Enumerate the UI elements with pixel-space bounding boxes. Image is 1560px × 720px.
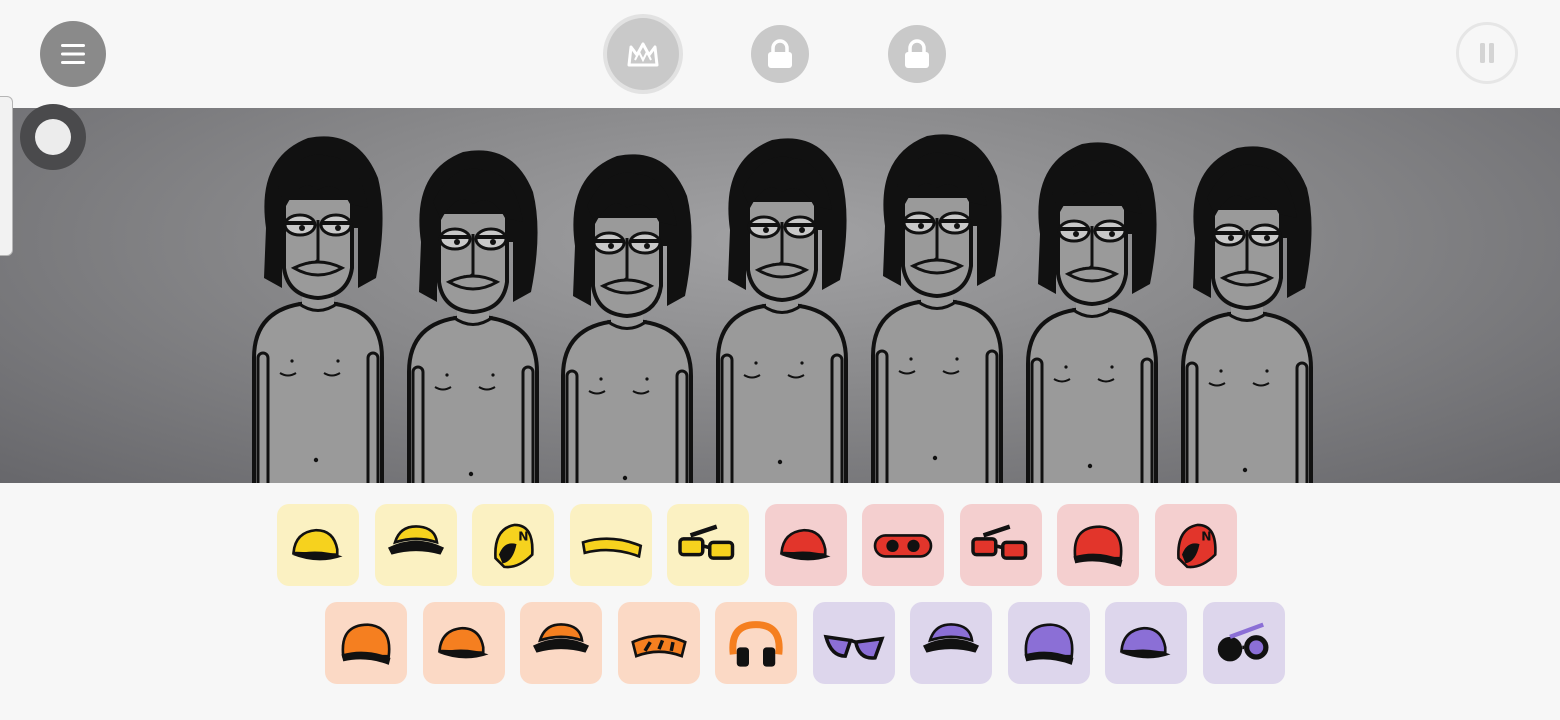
pause-button[interactable] (1456, 22, 1518, 84)
menu-button[interactable] (40, 21, 106, 87)
red-beanie-tile[interactable] (1057, 504, 1139, 586)
character-stage (0, 108, 1560, 483)
orange-headphones-icon (729, 621, 783, 667)
yellow-helmet-tile[interactable]: N (472, 504, 554, 586)
red-glasses-tile[interactable] (959, 504, 1042, 586)
character-2[interactable] (393, 132, 553, 483)
yellow-glasses-icon (678, 524, 735, 560)
record-button[interactable] (20, 104, 86, 170)
yellow-hat-icon (387, 525, 444, 555)
red-helmet-icon: N (1176, 523, 1217, 569)
purple-beanie-icon (1024, 623, 1073, 665)
red-cap-tile[interactable] (764, 504, 847, 586)
character-7[interactable] (1167, 128, 1327, 483)
lock-icon (905, 39, 929, 68)
character-3[interactable] (547, 136, 707, 483)
orange-headphones-tile[interactable] (715, 602, 797, 684)
top-bar (0, 0, 1560, 108)
purple-sunglasses-icon (823, 634, 885, 660)
red-helmet-tile[interactable]: N (1154, 504, 1237, 586)
orange-hat-tile[interactable] (520, 602, 602, 684)
character-1[interactable] (238, 118, 398, 483)
pause-icon (1480, 43, 1494, 63)
red-goggles-tile[interactable] (862, 504, 944, 586)
orange-beanie-tile[interactable] (325, 602, 407, 684)
purple-beanie-tile[interactable] (1007, 602, 1090, 684)
svg-text:N: N (1201, 530, 1211, 544)
character-4[interactable] (702, 120, 862, 483)
purple-hat-tile[interactable] (910, 602, 992, 684)
character-6[interactable] (1012, 124, 1172, 483)
orange-cap-tile[interactable] (422, 602, 505, 684)
sound-icon-palette: NN (0, 483, 1560, 720)
purple-sunglasses-tile[interactable] (812, 602, 895, 684)
red-cap-icon (779, 528, 830, 561)
side-panel-tab[interactable] (0, 96, 13, 256)
record-icon (35, 119, 71, 155)
orange-cap-icon (437, 626, 488, 659)
yellow-headband-icon (581, 537, 642, 559)
red-glasses-icon (970, 524, 1027, 560)
purple-cap-icon (1119, 626, 1171, 659)
locked-bonus-button-1[interactable] (751, 25, 809, 83)
yellow-glasses-tile[interactable] (667, 504, 749, 586)
bonus-crown-button[interactable] (607, 18, 679, 90)
orange-visor-tile[interactable] (617, 602, 700, 684)
yellow-cap-icon (291, 528, 343, 561)
lock-icon (768, 39, 792, 68)
yellow-headband-tile[interactable] (569, 504, 652, 586)
character-5[interactable] (857, 116, 1017, 483)
purple-round-glasses-icon (1217, 622, 1268, 662)
orange-beanie-icon (341, 623, 391, 665)
yellow-hat-tile[interactable] (374, 504, 457, 586)
hamburger-menu-icon (61, 44, 85, 64)
yellow-cap-tile[interactable] (277, 504, 359, 586)
red-goggles-icon (873, 534, 933, 558)
purple-cap-tile[interactable] (1105, 602, 1187, 684)
svg-text:N: N (518, 530, 528, 544)
orange-visor-icon (630, 634, 687, 658)
yellow-helmet-icon: N (494, 523, 534, 569)
red-beanie-icon (1073, 525, 1123, 567)
locked-bonus-button-2[interactable] (888, 25, 946, 83)
purple-round-glasses-tile[interactable] (1202, 602, 1285, 684)
purple-hat-icon (923, 623, 979, 653)
orange-hat-icon (533, 623, 589, 653)
crown-icon (627, 42, 659, 67)
